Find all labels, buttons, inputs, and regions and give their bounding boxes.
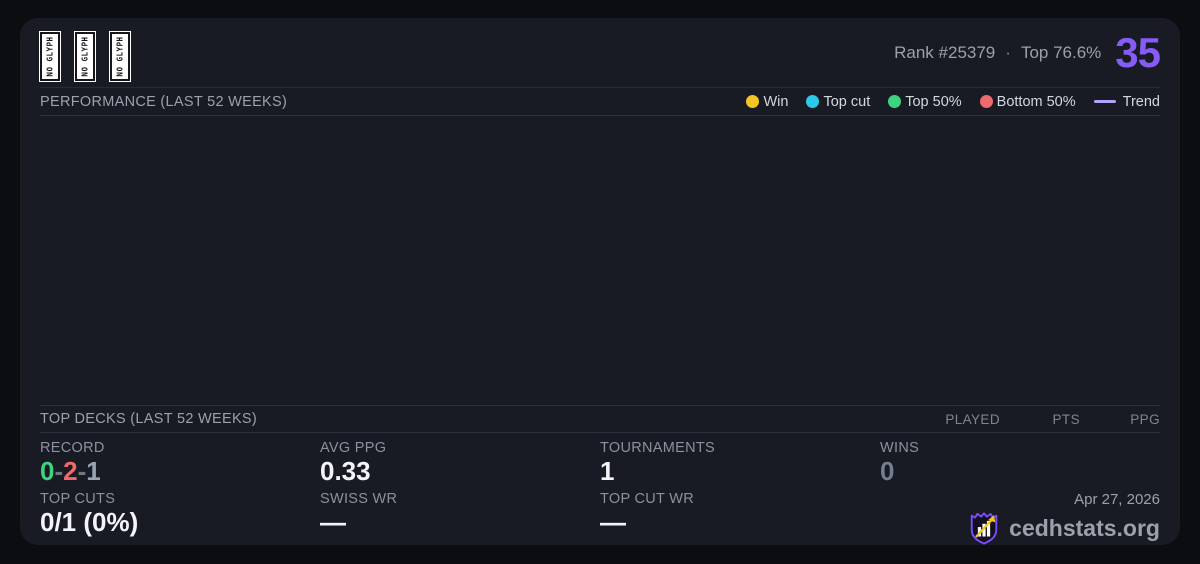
score-value: 35 xyxy=(1115,28,1161,76)
stat-top-cut-wr: TOP CUT WR — xyxy=(600,491,880,545)
stat-label: TOP CUTS xyxy=(40,491,116,507)
wins-value: 0 xyxy=(880,456,895,486)
stat-record: RECORD 0-2-1 xyxy=(40,440,320,491)
stat-label: RECORD xyxy=(40,440,105,456)
rank-summary: Rank #25379 · Top 76.6% xyxy=(894,43,1101,63)
legend-label: Bottom 50% xyxy=(996,93,1076,110)
performance-header-row: PERFORMANCE (LAST 52 WEEKS) Win Top cut … xyxy=(40,88,1160,116)
record-separator: - xyxy=(77,456,87,486)
site-branding[interactable]: cedhstats.org xyxy=(967,511,1160,545)
stat-label: SWISS WR xyxy=(320,491,398,507)
rank-top-percent: Top 76.6% xyxy=(1020,42,1102,62)
record-value: 0-2-1 xyxy=(40,457,320,486)
bottom50-dot-icon xyxy=(979,95,993,108)
stat-top-cuts: TOP CUTS 0/1 (0%) xyxy=(40,491,320,545)
legend-label: Win xyxy=(763,93,789,110)
stat-label: TOURNAMENTS xyxy=(600,440,716,456)
color-identity-icons: NO GLYPH NO GLYPH NO GLYPH xyxy=(40,32,130,81)
stat-label: AVG PPG xyxy=(320,440,387,456)
top-decks-columns: PLAYED PTS PPG xyxy=(920,412,1160,427)
cedhstats-logo-icon xyxy=(970,512,998,545)
tournaments-value: 1 xyxy=(600,456,615,486)
stat-swiss-wr: SWISS WR — xyxy=(320,491,600,545)
legend-label: Top 50% xyxy=(905,93,962,110)
glyph-placeholder-label: NO GLYPH xyxy=(80,36,90,77)
stat-wins: WINS 0 xyxy=(880,440,1160,491)
mana-glyph-icon: NO GLYPH xyxy=(110,32,130,81)
swiss-wr-value: — xyxy=(320,507,346,537)
avg-ppg-value: 0.33 xyxy=(320,456,371,486)
record-wins: 0 xyxy=(40,456,55,486)
legend-item-top-cut: Top cut xyxy=(806,94,870,110)
rank-separator: · xyxy=(1005,42,1011,62)
rank-number: Rank #25379 xyxy=(894,42,996,62)
column-header-played: PLAYED xyxy=(945,411,1000,427)
column-header-pts: PTS xyxy=(1052,411,1080,427)
stats-card: NO GLYPH NO GLYPH NO GLYPH Rank #25379 ·… xyxy=(20,18,1180,545)
performance-title: PERFORMANCE (LAST 52 WEEKS) xyxy=(40,93,288,110)
top-cut-wr-value: — xyxy=(600,507,626,537)
site-name[interactable]: cedhstats.org xyxy=(1009,515,1160,542)
record-losses: 2 xyxy=(63,456,78,486)
top-decks-title: TOP DECKS (LAST 52 WEEKS) xyxy=(40,411,258,427)
legend-label: Top cut xyxy=(823,93,871,110)
top-decks-header-row: TOP DECKS (LAST 52 WEEKS) PLAYED PTS PPG xyxy=(40,406,1160,433)
card-date: Apr 27, 2026 xyxy=(1074,491,1160,508)
stat-label: TOP CUT WR xyxy=(600,491,695,507)
footer: Apr 27, 2026 cedhstats.org xyxy=(880,491,1160,545)
stats-grid: RECORD 0-2-1 AVG PPG 0.33 TOURNAMENTS 1 … xyxy=(40,433,1160,545)
record-draws: 1 xyxy=(86,456,101,486)
legend-item-trend: Trend xyxy=(1093,93,1160,110)
legend-item-top50: Top 50% xyxy=(888,93,962,110)
top-cuts-value: 0/1 (0%) xyxy=(40,507,139,537)
mana-glyph-icon: NO GLYPH xyxy=(40,32,60,81)
top50-dot-icon xyxy=(888,95,902,108)
win-dot-icon xyxy=(746,95,760,108)
glyph-placeholder-label: NO GLYPH xyxy=(45,36,55,77)
mana-glyph-icon: NO GLYPH xyxy=(75,32,95,81)
legend-item-win: Win xyxy=(746,94,788,110)
record-separator: - xyxy=(54,456,64,486)
rank-area: Rank #25379 · Top 76.6% 35 xyxy=(894,28,1161,76)
card-header: NO GLYPH NO GLYPH NO GLYPH Rank #25379 ·… xyxy=(40,18,1161,88)
stat-tournaments: TOURNAMENTS 1 xyxy=(600,440,880,491)
glyph-placeholder-label: NO GLYPH xyxy=(115,36,125,77)
top-cut-dot-icon xyxy=(806,95,820,108)
legend-item-bottom50: Bottom 50% xyxy=(979,93,1076,110)
trend-line-icon xyxy=(1093,100,1116,103)
stat-avg-ppg: AVG PPG 0.33 xyxy=(320,440,600,491)
legend-label: Trend xyxy=(1122,93,1160,110)
stat-label: WINS xyxy=(880,440,920,456)
performance-chart xyxy=(40,116,1160,406)
column-header-ppg: PPG xyxy=(1130,411,1160,427)
chart-legend: Win Top cut Top 50% Bottom 50% Trend xyxy=(746,94,1160,110)
